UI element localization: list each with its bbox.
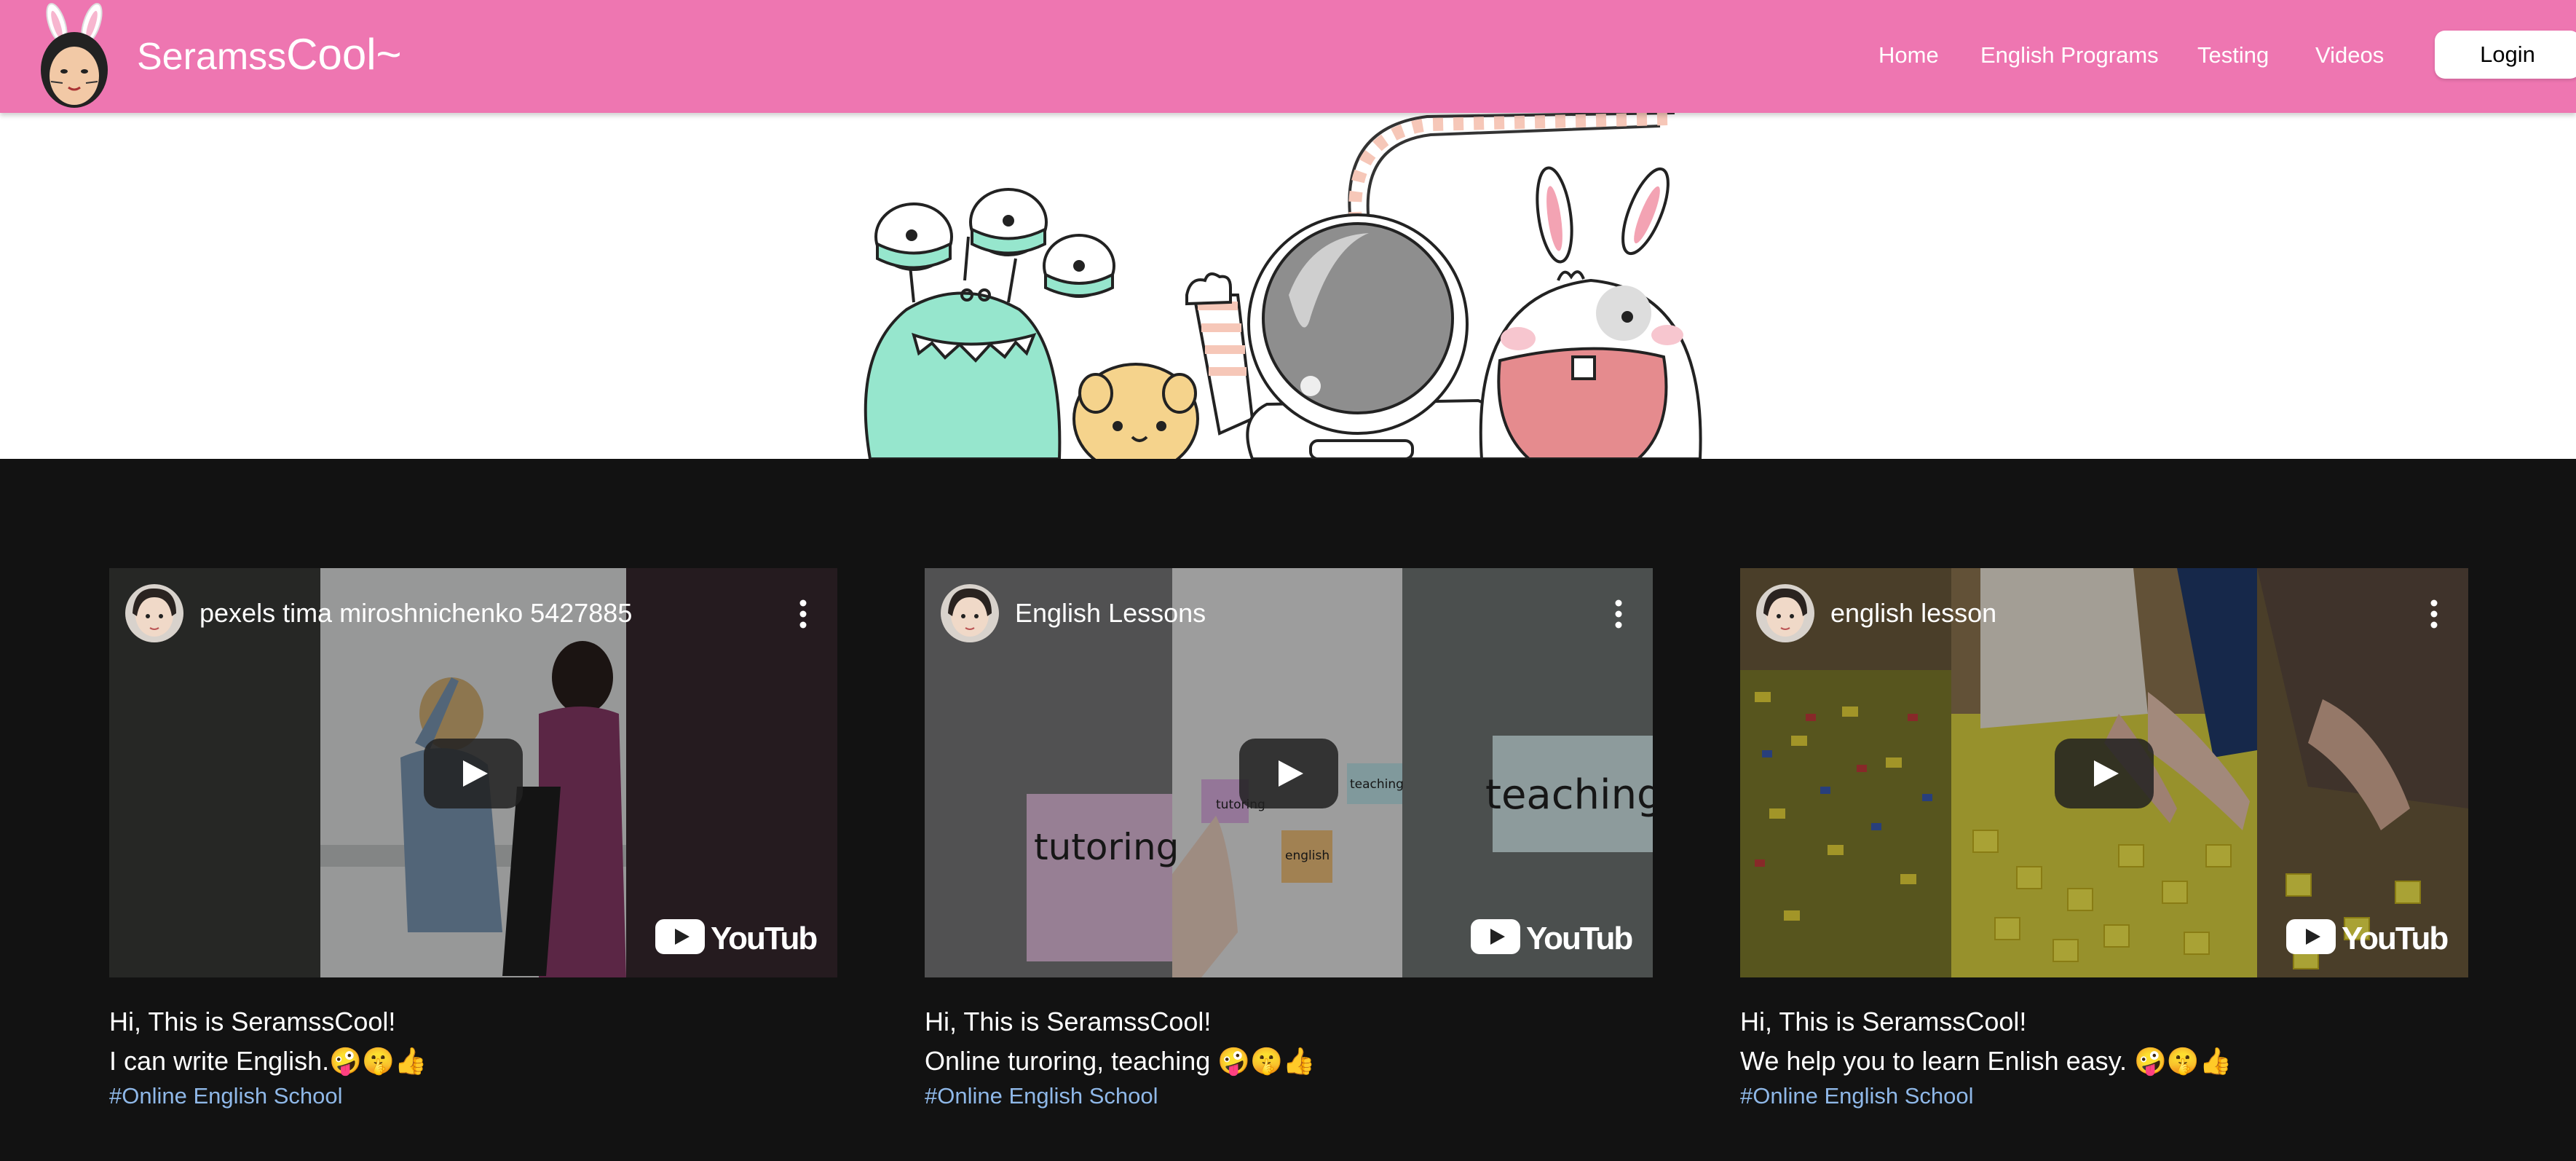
nav-link-home[interactable]: Home xyxy=(1878,41,1939,70)
brand-name-part1: Seramss xyxy=(137,36,287,78)
nav-link-testing[interactable]: Testing xyxy=(2197,41,2269,70)
brand-name-part2: Cool~ xyxy=(286,30,402,79)
hashtag-link[interactable]: #Online English School xyxy=(109,1081,837,1111)
video-caption-1: Hi, This is SeramssCool! I can write Eng… xyxy=(109,1002,837,1111)
video-title-1[interactable]: pexels tima miroshnichenko 5427885 xyxy=(199,597,632,629)
brand-avatar-bunny-logo[interactable] xyxy=(35,3,114,109)
more-options-icon[interactable] xyxy=(2423,596,2445,632)
caption-greeting: Hi, This is SeramssCool! xyxy=(1740,1007,2027,1036)
caption-greeting: Hi, This is SeramssCool! xyxy=(109,1007,396,1036)
brand-name[interactable]: SeramssCool~ xyxy=(137,29,402,82)
login-button[interactable]: Login xyxy=(2435,31,2576,79)
white-bunny xyxy=(1479,166,1702,459)
video-title-2[interactable]: English Lessons xyxy=(1015,597,1206,629)
hashtag-link[interactable]: #Online English School xyxy=(925,1081,1653,1111)
top-navbar: SeramssCool~ Home English Programs Testi… xyxy=(0,0,2576,113)
video-title-3[interactable]: english lesson xyxy=(1830,597,1996,629)
video-card-3: english lesson YouTube Hi, This is Seram… xyxy=(1740,568,2468,1111)
channel-avatar-icon[interactable] xyxy=(941,584,999,642)
caption-greeting: Hi, This is SeramssCool! xyxy=(925,1007,1212,1036)
caption-text: We help you to learn Enlish easy. 🤪🤫👍 xyxy=(1740,1046,2232,1076)
youtube-logo-text: YouTube xyxy=(1526,921,1632,956)
video-card-2: tutoring english teaching tutoring teach… xyxy=(925,568,1653,1111)
video-caption-3: Hi, This is SeramssCool! We help you to … xyxy=(1740,1002,2468,1111)
video-section: pexels tima miroshnichenko 5427885 YouTu… xyxy=(0,459,2576,1161)
play-button-icon[interactable] xyxy=(1239,739,1338,808)
video-embed-2[interactable]: tutoring english teaching tutoring teach… xyxy=(925,568,1653,977)
video-card-1: pexels tima miroshnichenko 5427885 YouTu… xyxy=(109,568,837,1111)
hashtag-link[interactable]: #Online English School xyxy=(1740,1081,2468,1111)
cartoon-characters-illustration xyxy=(864,113,1702,459)
video-embed-1[interactable]: pexels tima miroshnichenko 5427885 YouTu… xyxy=(109,568,837,977)
hamster xyxy=(1072,363,1199,459)
channel-avatar-icon[interactable] xyxy=(125,584,183,642)
more-options-icon[interactable] xyxy=(792,596,814,632)
video-caption-2: Hi, This is SeramssCool! Online turoring… xyxy=(925,1002,1653,1111)
channel-avatar-icon[interactable] xyxy=(1756,584,1814,642)
youtube-logo-icon[interactable]: YouTube xyxy=(1471,916,1632,957)
caption-text: I can write English.🤪🤫👍 xyxy=(109,1046,427,1076)
nav-link-english-programs[interactable]: English Programs xyxy=(1980,41,2159,70)
youtube-logo-text: YouTube xyxy=(711,921,817,956)
nav-link-videos[interactable]: Videos xyxy=(2315,41,2384,70)
youtube-logo-icon[interactable]: YouTube xyxy=(655,916,817,957)
play-button-icon[interactable] xyxy=(2055,739,2154,808)
youtube-logo-icon[interactable]: YouTube xyxy=(2286,916,2448,957)
caption-text: Online turoring, teaching 🤪🤫👍 xyxy=(925,1046,1316,1076)
video-embed-3[interactable]: english lesson YouTube xyxy=(1740,568,2468,977)
more-options-icon[interactable] xyxy=(1608,596,1629,632)
hero-banner xyxy=(0,113,2576,459)
youtube-logo-text: YouTube xyxy=(2342,921,2448,956)
astronaut xyxy=(1185,213,1520,459)
play-button-icon[interactable] xyxy=(424,739,523,808)
